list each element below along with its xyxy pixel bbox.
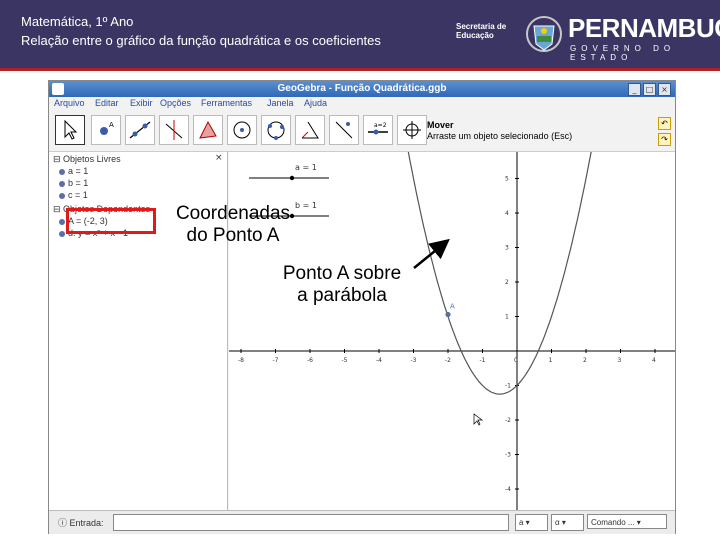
annotation-arrow-layer: [413, 238, 450, 269]
arrow-to-point-a: [413, 238, 450, 269]
